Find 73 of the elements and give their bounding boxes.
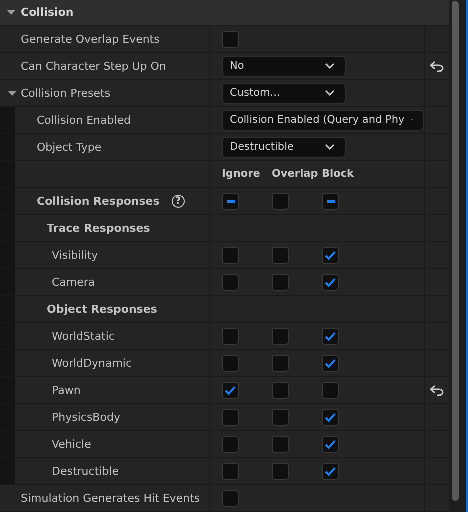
checkbox[interactable]	[272, 328, 289, 344]
column-header: Block	[322, 168, 356, 180]
category-label: Object Responses	[47, 302, 158, 316]
checkbox[interactable]	[272, 462, 289, 480]
chevron-down-icon	[325, 144, 335, 150]
property-label: Collision Presets	[21, 86, 111, 100]
checkbox[interactable]	[222, 30, 239, 48]
category-label: Trace Responses	[47, 222, 150, 234]
checkmark-icon	[325, 278, 336, 286]
checkbox[interactable]	[222, 382, 239, 398]
checkbox[interactable]	[222, 462, 239, 480]
checkbox[interactable]	[222, 246, 239, 264]
checkbox[interactable]	[272, 274, 289, 290]
checkbox[interactable]	[322, 382, 339, 398]
property-label: Camera	[52, 276, 96, 288]
checkbox[interactable]	[272, 246, 289, 264]
dash-icon	[226, 200, 234, 202]
checkmark-icon	[325, 412, 336, 422]
checkmark-icon	[325, 358, 336, 368]
dash-icon	[326, 200, 334, 202]
property-label: Vehicle	[52, 438, 92, 450]
checkbox[interactable]	[222, 490, 239, 506]
column-header: Ignore	[222, 168, 262, 180]
checkmark-icon	[325, 332, 336, 340]
property-label: Destructible	[52, 464, 119, 478]
property-label: Generate Overlap Events	[21, 32, 160, 46]
property-label: Visibility	[52, 248, 98, 262]
dropdown[interactable]: No	[222, 56, 346, 76]
checkbox[interactable]	[322, 436, 339, 452]
checkbox[interactable]	[222, 408, 239, 426]
dropdown[interactable]: Destructible	[222, 136, 346, 158]
undo-arrow-icon[interactable]	[430, 384, 444, 396]
property-label: WorldStatic	[52, 330, 115, 342]
checkbox[interactable]	[322, 274, 339, 290]
checkmark-icon	[325, 440, 336, 448]
checkbox[interactable]	[322, 462, 339, 480]
checkbox[interactable]	[272, 354, 289, 372]
checkbox[interactable]	[272, 436, 289, 452]
dropdown[interactable]: Collision Enabled (Query and Phy	[222, 110, 424, 130]
checkbox[interactable]	[322, 192, 339, 210]
checkmark-icon	[325, 466, 336, 476]
property-label: Collision Enabled	[37, 114, 132, 126]
property-label: WorldDynamic	[52, 356, 132, 370]
checkbox[interactable]	[222, 274, 239, 290]
checkbox[interactable]	[222, 354, 239, 372]
checkmark-icon	[325, 250, 336, 260]
checkbox[interactable]	[322, 408, 339, 426]
help-icon[interactable]: ?	[172, 194, 185, 208]
scrollbar-thumb[interactable]	[452, 1, 459, 501]
checkbox[interactable]	[272, 382, 289, 398]
property-label: Object Type	[37, 140, 102, 154]
checkbox[interactable]	[322, 246, 339, 264]
checkbox[interactable]	[272, 408, 289, 426]
checkbox[interactable]	[322, 328, 339, 344]
checkbox[interactable]	[322, 354, 339, 372]
property-label: Can Character Step Up On	[21, 60, 166, 72]
column-header: Overlap	[272, 168, 320, 180]
checkbox[interactable]	[222, 436, 239, 452]
checkmark-icon	[225, 386, 236, 394]
checkbox[interactable]	[222, 328, 239, 344]
section-header[interactable]: Collision	[0, 0, 449, 26]
scrollbar[interactable]	[449, 0, 468, 512]
property-label: Simulation Generates Hit Events	[21, 492, 200, 504]
dropdown[interactable]: Custom...	[222, 82, 346, 104]
chevron-down-icon	[325, 90, 335, 96]
property-label: Pawn	[52, 384, 81, 396]
chevron-down-icon	[325, 63, 335, 69]
section-title: Collision	[21, 6, 74, 19]
property-label: PhysicsBody	[52, 410, 120, 424]
undo-arrow-icon[interactable]	[430, 60, 444, 72]
category-label: Collision Responses	[37, 194, 160, 208]
checkbox[interactable]	[272, 192, 289, 210]
checkbox[interactable]	[222, 192, 239, 210]
